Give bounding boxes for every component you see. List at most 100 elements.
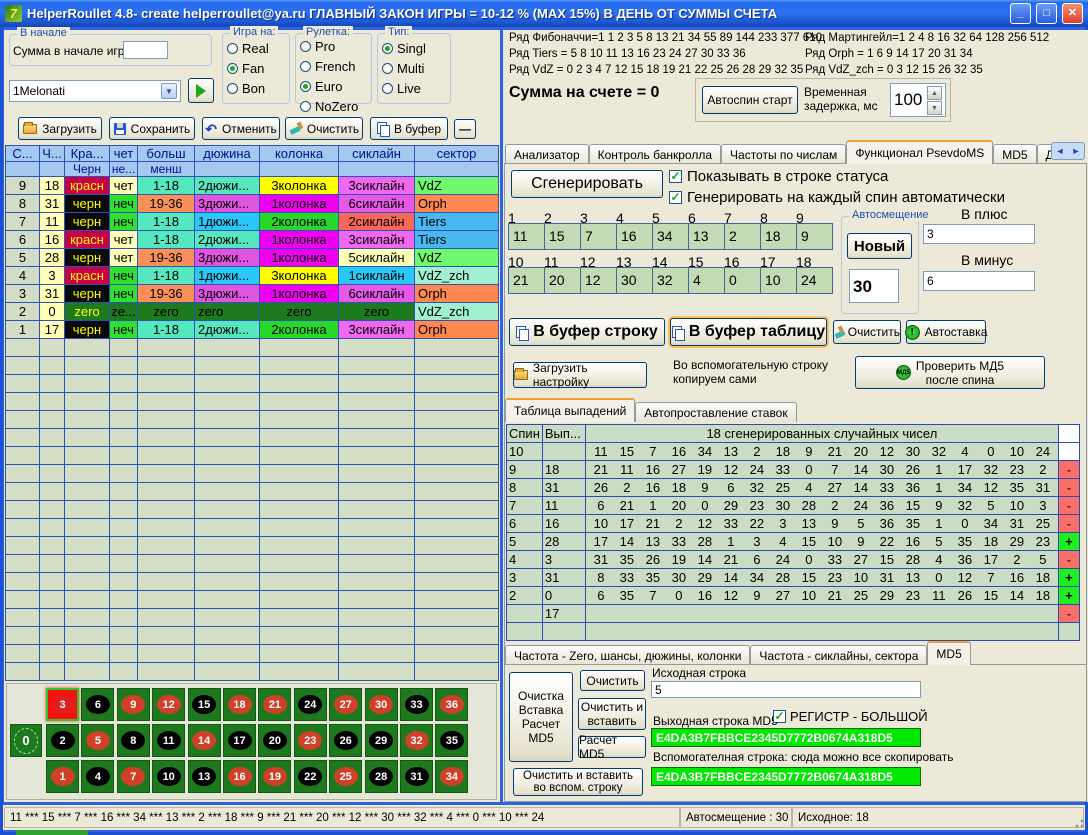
radio-icon[interactable]: [382, 63, 393, 74]
board-cell-31[interactable]: 31: [400, 760, 433, 793]
board-cell-35[interactable]: 35: [435, 724, 468, 757]
radio-live[interactable]: Live: [382, 81, 446, 96]
radio-icon[interactable]: [300, 81, 311, 92]
radio-fan[interactable]: Fan: [227, 61, 285, 76]
plus-input[interactable]: [923, 224, 1035, 244]
board-cell-24[interactable]: 24: [294, 688, 327, 721]
copy-buffer-button[interactable]: В буфер: [370, 117, 448, 140]
board-cell-3[interactable]: 3: [46, 688, 79, 721]
maximize-button[interactable]: □: [1036, 3, 1057, 24]
board-cell-7[interactable]: 7: [117, 760, 150, 793]
radio-icon[interactable]: [382, 83, 393, 94]
close-button[interactable]: ✕: [1062, 3, 1083, 24]
radio-icon[interactable]: [300, 61, 311, 72]
board-cell-20[interactable]: 20: [258, 724, 291, 757]
buffer-row-button[interactable]: В буфер строку: [509, 318, 665, 346]
generate-button[interactable]: Сгенерировать: [511, 170, 663, 198]
radio-icon[interactable]: [300, 41, 311, 52]
board-cell-21[interactable]: 21: [258, 688, 291, 721]
tab-контроль-банкролла[interactable]: Контроль банкролла: [589, 144, 721, 164]
autoshift-new-button[interactable]: Новый: [847, 233, 912, 259]
board-cell-12[interactable]: 12: [152, 688, 185, 721]
spinner-down-icon[interactable]: ▼: [927, 101, 942, 115]
tab-анализатор[interactable]: Анализатор: [505, 144, 589, 164]
board-cell-27[interactable]: 27: [329, 688, 362, 721]
radio-icon[interactable]: [227, 63, 238, 74]
board-cell-28[interactable]: 28: [365, 760, 398, 793]
undo-button[interactable]: ↶Отменить: [202, 117, 280, 140]
radio-singl[interactable]: Singl: [382, 41, 446, 56]
clear-gen-button[interactable]: Очистить: [833, 320, 901, 344]
board-cell-13[interactable]: 13: [188, 760, 221, 793]
delay-spinner[interactable]: 100 ▲ ▼: [890, 83, 946, 117]
checkbox-checked-icon[interactable]: ✓: [669, 170, 682, 183]
tab-функционал-psevdoms[interactable]: Функционал PsevdoMS: [846, 140, 993, 164]
board-cell-4[interactable]: 4: [81, 760, 114, 793]
tab-md5[interactable]: MD5: [927, 641, 970, 665]
spinner-up-icon[interactable]: ▲: [927, 86, 942, 100]
autobet-button[interactable]: !Автоставка: [906, 320, 986, 344]
combo-dropdown-icon[interactable]: ▼: [161, 83, 177, 99]
board-cell-23[interactable]: 23: [294, 724, 327, 757]
board-cell-19[interactable]: 19: [258, 760, 291, 793]
clear-button[interactable]: Очистить: [285, 117, 363, 140]
tab-частоты-по-числам[interactable]: Частоты по числам: [721, 144, 846, 164]
board-cell-8[interactable]: 8: [117, 724, 150, 757]
md5-big-button[interactable]: Очистка Вставка Расчет MD5: [509, 672, 573, 762]
cb-show-status[interactable]: ✓ Показывать в строке статуса: [669, 168, 888, 185]
board-cell-11[interactable]: 11: [152, 724, 185, 757]
radio-french[interactable]: French: [300, 59, 367, 74]
md5-source-input[interactable]: [651, 681, 921, 698]
radio-pro[interactable]: Pro: [300, 39, 367, 54]
minus-input[interactable]: [923, 271, 1035, 291]
board-cell-1[interactable]: 1: [46, 760, 79, 793]
radio-nozero[interactable]: NoZero: [300, 99, 367, 114]
tab-таблица-выпадений[interactable]: Таблица выпадений: [505, 398, 635, 422]
profile-combo[interactable]: 1Melonati ▼: [9, 80, 181, 102]
board-cell-34[interactable]: 34: [435, 760, 468, 793]
board-cell-6[interactable]: 6: [81, 688, 114, 721]
load-settings-button[interactable]: Загрузить настройку: [513, 362, 647, 388]
checkbox-checked-icon[interactable]: ✓: [773, 710, 786, 723]
board-cell-14[interactable]: 14: [188, 724, 221, 757]
tab-scroll-left-icon[interactable]: ◄: [1056, 146, 1065, 156]
board-cell-26[interactable]: 26: [329, 724, 362, 757]
board-cell-33[interactable]: 33: [400, 688, 433, 721]
radio-bon[interactable]: Bon: [227, 81, 285, 96]
board-cell-25[interactable]: 25: [329, 760, 362, 793]
radio-icon[interactable]: [227, 83, 238, 94]
radio-euro[interactable]: Euro: [300, 79, 367, 94]
board-cell-32[interactable]: 32: [400, 724, 433, 757]
board-cell-29[interactable]: 29: [365, 724, 398, 757]
board-cell-30[interactable]: 30: [365, 688, 398, 721]
board-cell-9[interactable]: 9: [117, 688, 150, 721]
check-md5-button[interactable]: МД5Проверить МД5 после спина: [855, 356, 1045, 389]
resize-grip[interactable]: [1072, 816, 1084, 828]
collapse-button[interactable]: —: [454, 119, 476, 139]
board-cell-22[interactable]: 22: [294, 760, 327, 793]
save-button[interactable]: Сохранить: [109, 117, 195, 140]
board-cell-0[interactable]: 0: [10, 724, 42, 757]
board-cell-5[interactable]: 5: [81, 724, 114, 757]
board-cell-2[interactable]: 2: [46, 724, 79, 757]
tab-частота-сиклайны-сектора[interactable]: Частота - сиклайны, сектора: [750, 645, 927, 665]
board-cell-10[interactable]: 10: [152, 760, 185, 793]
tab-частота-zero-шансы-дюжины-колонки[interactable]: Частота - Zero, шансы, дюжины, колонки: [505, 645, 750, 665]
start-sum-input[interactable]: [123, 41, 168, 59]
md5-clear-paste-button[interactable]: Очистить и вставить: [578, 698, 646, 730]
run-profile-button[interactable]: [188, 78, 214, 103]
tab-scroll-buttons[interactable]: ◄►: [1051, 142, 1085, 160]
buffer-table-button[interactable]: В буфер таблицу: [670, 318, 827, 346]
radio-real[interactable]: Real: [227, 41, 285, 56]
board-cell-18[interactable]: 18: [223, 688, 256, 721]
cb-auto-generate[interactable]: ✓ Генерировать на каждый спин автоматиче…: [669, 189, 1005, 206]
tab-деление-ко[interactable]: Деление ко: [1037, 144, 1051, 164]
md5-calc-button[interactable]: Расчет MD5: [578, 736, 646, 758]
minimize-button[interactable]: _: [1010, 3, 1031, 24]
checkbox-checked-icon[interactable]: ✓: [669, 191, 682, 204]
radio-icon[interactable]: [300, 101, 311, 112]
board-cell-16[interactable]: 16: [223, 760, 256, 793]
md5-clear-button[interactable]: Очистить: [580, 670, 645, 691]
radio-icon[interactable]: [382, 43, 393, 54]
tab-md5[interactable]: MD5: [993, 144, 1036, 164]
